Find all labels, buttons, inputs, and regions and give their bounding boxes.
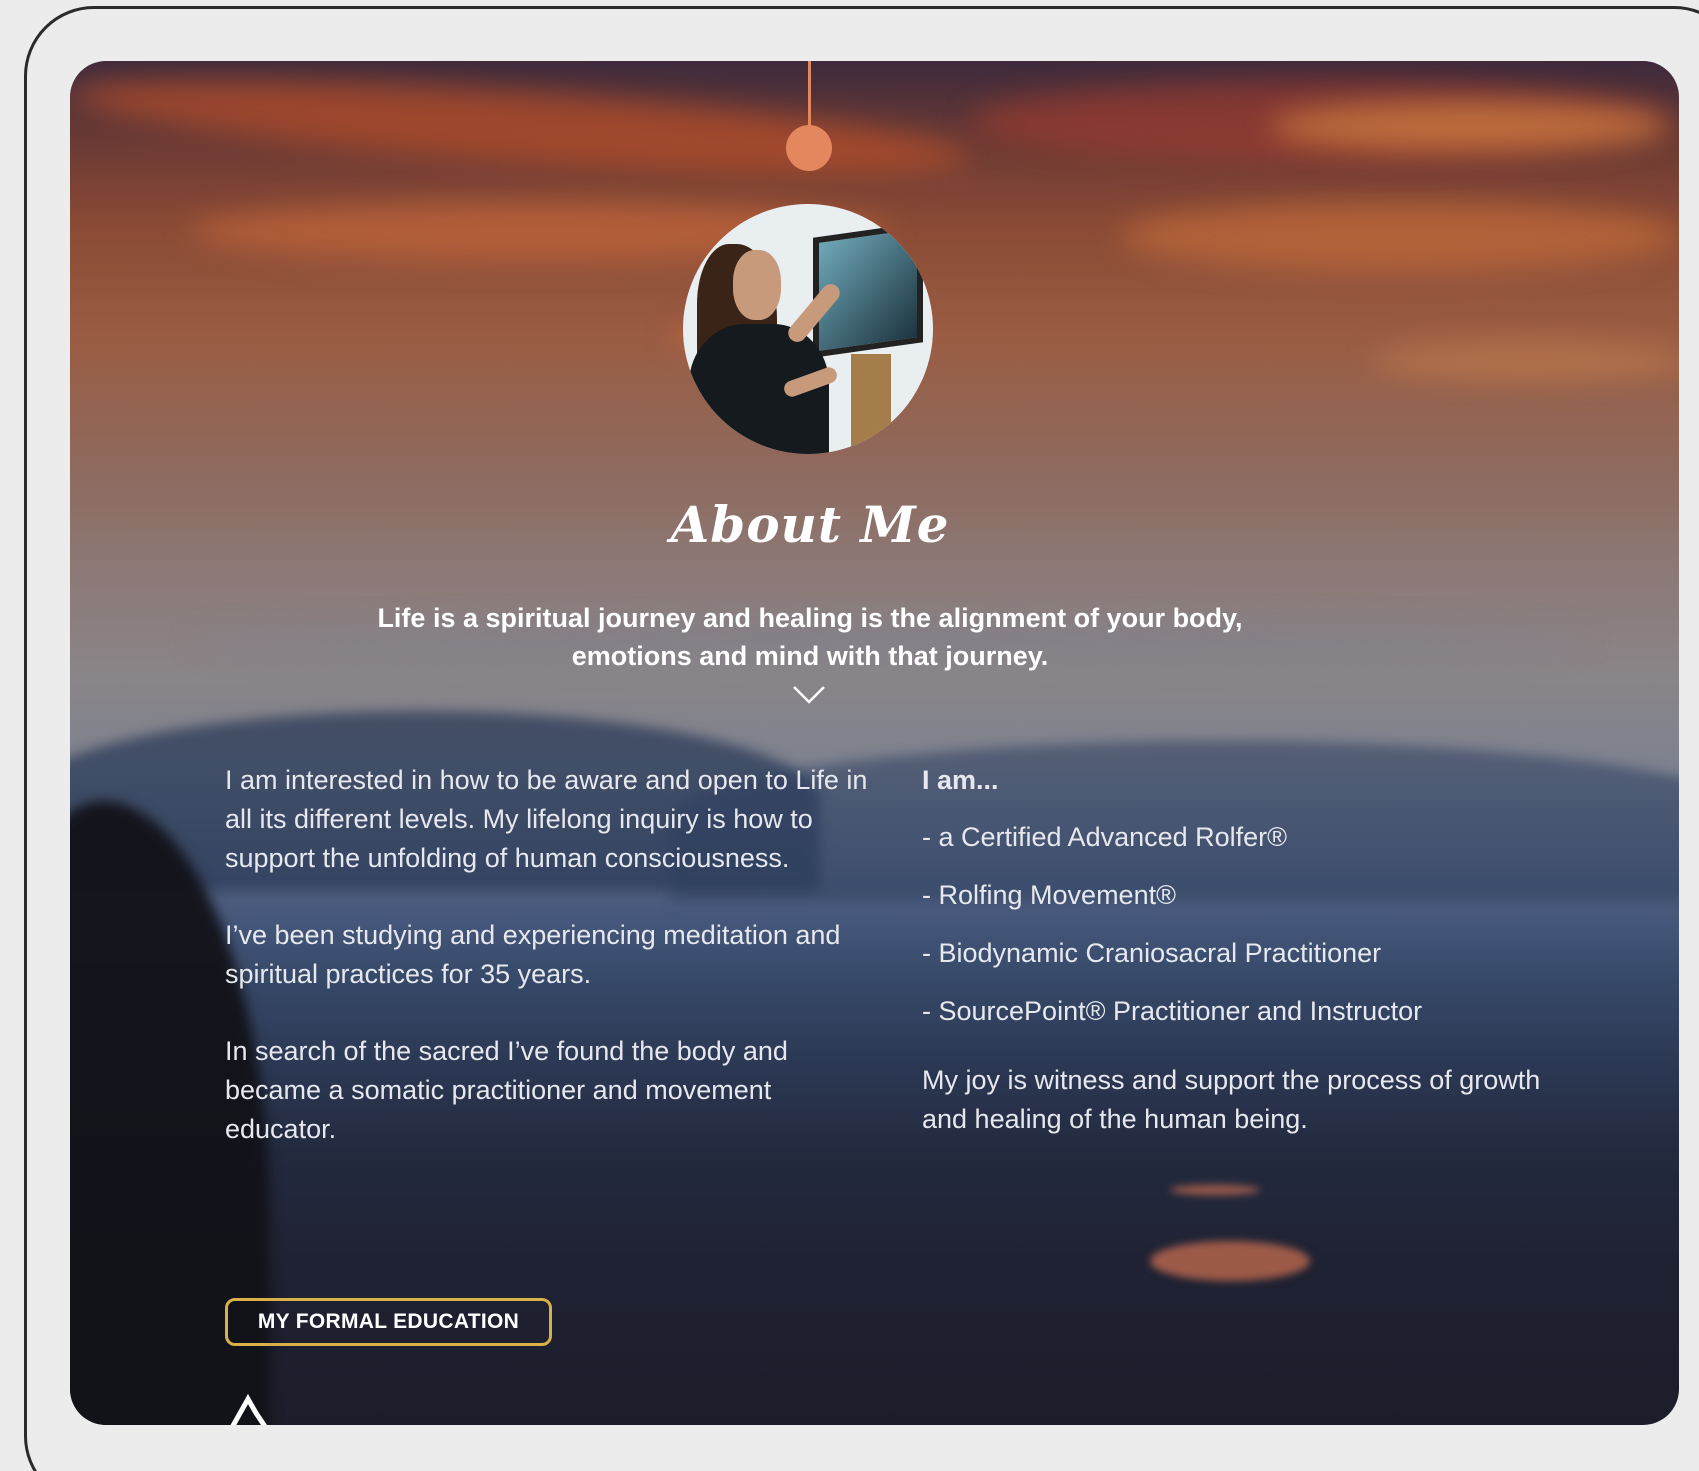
logo-partial-icon — [230, 1393, 268, 1425]
bio-paragraph: I’ve been studying and experiencing medi… — [225, 920, 841, 989]
credential-item: - Rolfing Movement® — [922, 880, 1176, 910]
sky-cloud — [1370, 341, 1679, 381]
closing-statement: My joy is witness and support the proces… — [922, 1065, 1541, 1134]
credentials-heading: I am... — [922, 765, 999, 795]
sky-cloud — [1270, 101, 1670, 151]
sky-cloud — [70, 61, 972, 193]
chevron-down-icon[interactable] — [792, 685, 826, 705]
credential-item: - Biodynamic Craniosacral Practitioner — [922, 938, 1382, 968]
pendant-dot — [786, 125, 832, 171]
bio-column: I am interested in how to be aware and o… — [225, 761, 885, 1187]
photo-stand — [851, 354, 891, 454]
sky-cloud — [1120, 201, 1679, 271]
photo-face — [733, 250, 781, 320]
credential-item: - SourcePoint® Practitioner and Instruct… — [922, 996, 1423, 1026]
lake-reflection — [1150, 1241, 1310, 1281]
profile-photo — [683, 204, 933, 454]
bio-paragraph: I am interested in how to be aware and o… — [225, 765, 868, 873]
lake-reflection — [1170, 1185, 1260, 1195]
formal-education-button[interactable]: MY FORMAL EDUCATION — [225, 1298, 552, 1346]
about-section: About Me Life is a spiritual journey and… — [70, 61, 1679, 1425]
credentials-column: I am... - a Certified Advanced Rolfer® -… — [922, 761, 1542, 1139]
credential-item: - a Certified Advanced Rolfer® — [922, 822, 1288, 852]
tagline: Life is a spiritual journey and healing … — [377, 603, 1243, 671]
pendant-line — [808, 61, 811, 131]
page-title: About Me — [670, 495, 950, 554]
bio-paragraph: In search of the sacred I’ve found the b… — [225, 1036, 788, 1144]
